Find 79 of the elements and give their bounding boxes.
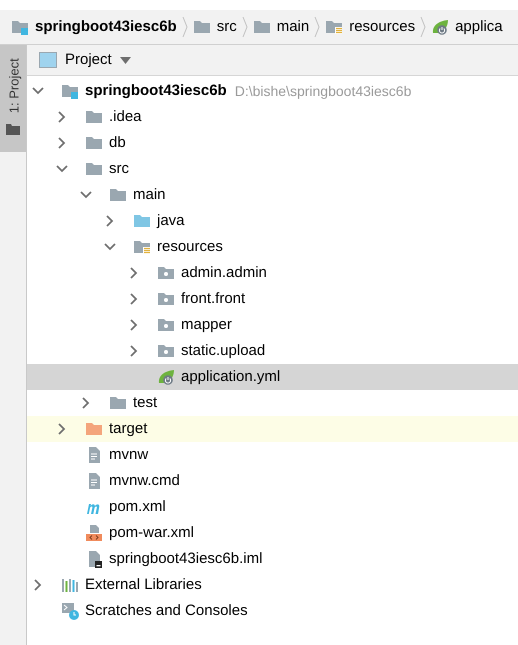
folder-icon	[133, 212, 151, 230]
console-icon	[61, 602, 79, 620]
tree-row[interactable]: main	[27, 182, 518, 208]
library-icon	[61, 576, 79, 594]
folder-icon	[157, 316, 175, 334]
tree-row[interactable]: static.upload	[27, 338, 518, 364]
tree-row[interactable]: Scratches and Consoles	[27, 598, 518, 624]
tree-row[interactable]: mvnw	[27, 442, 518, 468]
tree-row[interactable]: springboot43iesc6b.iml	[27, 546, 518, 572]
folder-icon	[157, 264, 175, 282]
breadcrumb-item[interactable]: applica	[455, 16, 503, 38]
tree-row[interactable]: pom-war.xml	[27, 520, 518, 546]
tree-label: External Libraries	[85, 574, 202, 595]
breadcrumb-item[interactable]: main	[276, 16, 310, 38]
tree-row[interactable]: External Libraries	[27, 572, 518, 598]
separator-icon	[242, 16, 248, 38]
leaf-icon	[431, 18, 450, 36]
folder-icon	[109, 394, 127, 412]
tree-label: application.yml	[181, 366, 280, 387]
folder-icon	[11, 18, 29, 36]
tree-row[interactable]: .idea	[27, 104, 518, 130]
tree-label: test	[133, 392, 158, 413]
tree-label: springboot43iesc6b.iml	[109, 548, 262, 569]
breadcrumb-item[interactable]: src	[216, 16, 237, 38]
tree-label: static.upload	[181, 340, 266, 361]
tree-label: mvnw	[109, 444, 148, 465]
dropdown-icon[interactable]	[120, 56, 131, 64]
tree-row[interactable]: test	[27, 390, 518, 416]
folder-icon	[133, 238, 151, 256]
leaf-icon	[157, 368, 175, 386]
tree-label: pom-war.xml	[109, 522, 194, 543]
tree-label: mvnw.cmd	[109, 470, 180, 491]
tree-row[interactable]: target	[27, 416, 518, 442]
folder-icon	[325, 18, 344, 36]
tree-row[interactable]: resources	[27, 234, 518, 260]
tree-label: admin.admin	[181, 262, 267, 283]
side-tab[interactable]: 1: Project	[0, 45, 26, 152]
tree-row[interactable]: mapper	[27, 312, 518, 338]
tree-row[interactable]: src	[27, 156, 518, 182]
panel-icon	[39, 52, 57, 68]
tree-label: java	[157, 210, 185, 231]
folder-icon	[157, 342, 175, 360]
folder-icon	[252, 18, 271, 36]
panel-title[interactable]: Project	[65, 48, 112, 72]
folder-icon	[61, 82, 79, 100]
folder-icon	[85, 108, 103, 126]
file-icon	[85, 524, 103, 542]
tree-label: db	[109, 132, 126, 153]
breadcrumb-item[interactable]: resources	[349, 16, 416, 38]
tree-label: mapper	[181, 314, 232, 335]
tree-row[interactable]: java	[27, 208, 518, 234]
tree-label: pom.xml	[109, 496, 166, 517]
folder-icon	[85, 134, 103, 152]
tree-row[interactable]: db	[27, 130, 518, 156]
folder-icon	[6, 123, 20, 135]
folder-icon	[85, 420, 103, 438]
tree-label: front.front	[181, 288, 246, 309]
tree-row[interactable]: application.yml	[27, 364, 518, 390]
tree-row[interactable]: mvnw.cmd	[27, 468, 518, 494]
tree-row[interactable]: pom.xml	[27, 494, 518, 520]
folder-icon	[85, 160, 103, 178]
tree-row[interactable]: admin.admin	[27, 260, 518, 286]
tree-row[interactable]: springboot43iesc6b D:\bishe\springboot43iesc6b	[27, 78, 518, 104]
folder-icon	[192, 18, 211, 36]
breadcrumb-item[interactable]: springboot43iesc6b	[35, 16, 177, 38]
folder-icon	[109, 186, 127, 204]
tree-label: springboot43iesc6b	[85, 80, 227, 101]
separator-icon	[182, 16, 188, 38]
folder-icon	[157, 290, 175, 308]
tree-label: resources	[157, 236, 223, 257]
tree-label: main	[133, 184, 166, 205]
tree-row[interactable]: front.front	[27, 286, 518, 312]
separator-icon	[314, 16, 320, 38]
tree-label: target	[109, 418, 148, 439]
tree-label: Scratches and Consoles	[85, 600, 248, 621]
project-path: D:\bishe\springboot43iesc6b	[234, 82, 412, 101]
tree-label: .idea	[109, 106, 142, 127]
separator-icon	[420, 16, 426, 38]
tree-label: src	[109, 158, 129, 179]
